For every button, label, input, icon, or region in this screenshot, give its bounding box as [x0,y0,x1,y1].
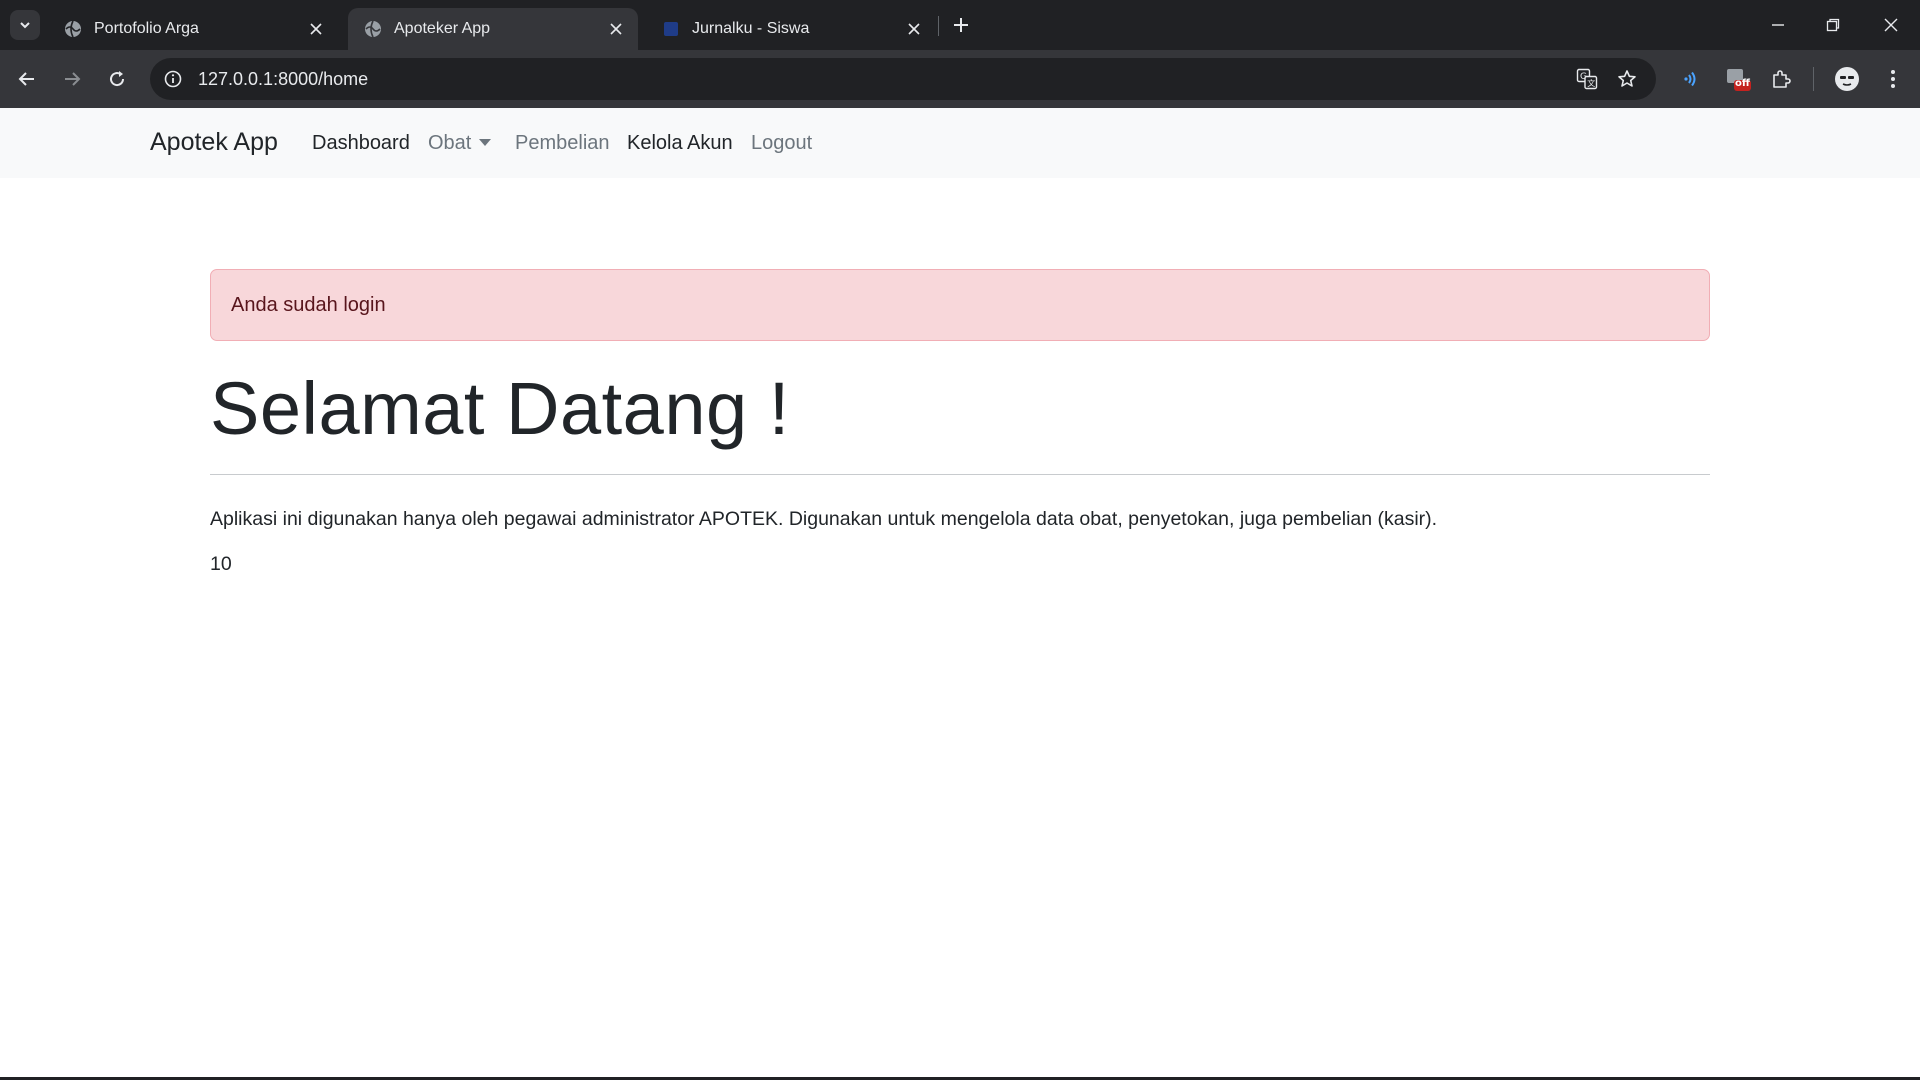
bookmark-button[interactable] [1610,62,1644,96]
tab-search-button[interactable] [10,10,40,40]
sound-waves-icon [1684,71,1696,87]
page-title: Selamat Datang ! [210,367,790,450]
globe-icon [365,20,381,38]
navbar-brand[interactable]: Apotek App [150,128,278,157]
nav-pembelian[interactable]: Pembelian [515,132,610,155]
caret-down-icon [479,138,492,146]
nav-obat-dropdown[interactable]: Obat [428,132,492,155]
tab-title: Apoteker App [394,20,491,37]
info-icon [164,70,182,88]
close-window-button[interactable] [1871,10,1911,40]
close-icon [1884,18,1898,32]
page-viewport: Apotek App Dashboard Obat Pembelian Kelo… [0,108,1920,1080]
app-description: Aplikasi ini digunakan hanya oleh pegawa… [210,507,1438,530]
extension-off-badge[interactable]: off [1722,63,1754,95]
extension-badge-text: off [1735,78,1750,89]
reload-button[interactable] [101,63,133,95]
tab-jurnalku[interactable]: Jurnalku - Siswa [646,8,936,50]
chevron-down-icon [20,22,30,29]
blue-square-icon [664,22,678,36]
tab-portofolio[interactable]: Portofolio Arga [48,8,338,50]
nav-dashboard[interactable]: Dashboard [312,132,410,155]
minimize-icon [1772,24,1784,26]
tab-close-button[interactable] [606,19,626,39]
browser-menu-button[interactable] [1877,63,1909,95]
back-button[interactable] [11,63,43,95]
login-alert: Anda sudah login [210,269,1710,341]
puzzle-icon [1773,70,1791,88]
app-navbar: Apotek App Dashboard Obat Pembelian Kelo… [0,108,1920,178]
kebab-menu-icon [1891,70,1895,88]
extension-read-aloud[interactable] [1674,63,1706,95]
divider [210,473,1710,475]
restore-button[interactable] [1813,10,1853,40]
main-container: Anda sudah login Selamat Datang ! Aplika… [210,269,1710,576]
arrow-right-icon [65,72,81,86]
tab-title: Jurnalku - Siswa [692,20,810,37]
count-value: 10 [210,552,232,575]
translate-icon: G文 [1576,68,1598,90]
restore-icon [1826,18,1840,32]
browser-toolbar: 127.0.0.1:8000/home G文 off [0,50,1920,108]
alert-text: Anda sudah login [231,293,386,316]
forward-button[interactable] [56,63,88,95]
new-tab-button[interactable] [948,12,974,38]
nav-kelola-akun[interactable]: Kelola Akun [627,132,733,155]
close-icon [310,23,322,35]
svg-text:文: 文 [1587,78,1595,88]
plus-icon [954,18,968,32]
close-icon [908,23,920,35]
site-info-button[interactable] [152,58,194,100]
toolbar-separator [1813,67,1814,91]
browser-tab-strip: Portofolio Arga Apoteker App Jurnalku - … [0,0,1920,50]
url-text[interactable]: 127.0.0.1:8000/home [198,69,1656,90]
arrow-left-icon [18,72,34,86]
globe-icon [65,20,81,38]
address-bar[interactable]: 127.0.0.1:8000/home G文 [150,58,1656,100]
close-icon [610,23,622,35]
tab-close-button[interactable] [306,19,326,39]
translate-button[interactable]: G文 [1570,62,1604,96]
tab-separator [938,16,939,36]
nav-logout[interactable]: Logout [751,132,812,155]
reload-icon [110,71,125,87]
tab-title: Portofolio Arga [94,20,199,37]
minimize-button[interactable] [1758,10,1798,40]
star-icon [1618,70,1636,87]
profile-button[interactable] [1831,63,1863,95]
tab-close-button[interactable] [904,19,924,39]
nav-obat-label: Obat [428,132,472,154]
tab-apoteker-active[interactable]: Apoteker App [348,8,638,50]
extensions-button[interactable] [1766,63,1798,95]
avatar [1835,67,1859,91]
